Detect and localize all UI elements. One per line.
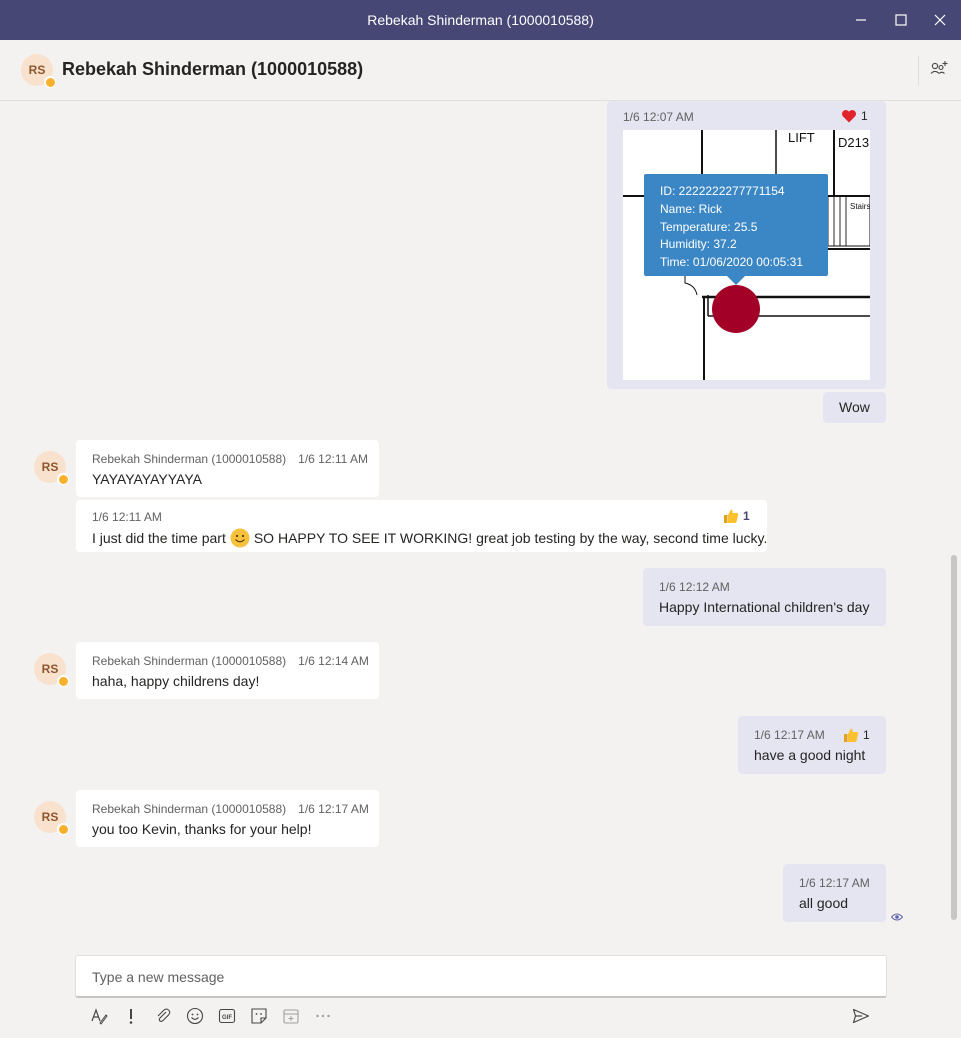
their-message[interactable]: Rebekah Shinderman (1000010588) 1/6 12:14… (76, 642, 379, 699)
message-time: 1/6 12:11 AM (92, 510, 162, 524)
avatar[interactable]: RS (21, 54, 56, 88)
floor-plan-image[interactable]: LIFT D213 Stairs ID: 2222222277771154 Na… (623, 130, 870, 380)
seen-eye-icon (890, 909, 904, 921)
avatar-initials: RS (41, 662, 59, 676)
smile-emoji-icon (230, 528, 250, 548)
map-label-stairs: Stairs (850, 202, 870, 211)
message-text: all good (799, 895, 849, 911)
header-divider (918, 56, 919, 86)
their-message[interactable]: Rebekah Shinderman (1000010588) 1/6 12:17… (76, 790, 379, 847)
message-text: you too Kevin, thanks for your help! (92, 821, 312, 837)
avatar[interactable]: RS (34, 653, 69, 687)
message-text: Wow (839, 399, 870, 415)
away-status-icon (57, 473, 69, 485)
message-input-placeholder[interactable]: Type a new message (92, 969, 224, 985)
away-status-icon (57, 823, 69, 835)
thumbs-up-icon (844, 728, 859, 742)
my-message[interactable]: Wow (823, 392, 886, 423)
title-bar: Rebekah Shinderman (1000010588) (0, 0, 961, 40)
tooltip-id: ID: 2222222277771154 (660, 184, 785, 198)
message-time: 1/6 12:17 AM (754, 728, 825, 742)
attach-icon[interactable] (154, 1007, 172, 1025)
schedule-meeting-icon[interactable] (282, 1007, 300, 1025)
avatar[interactable]: RS (34, 451, 69, 485)
map-label-lift: LIFT (788, 130, 815, 145)
scrollbar[interactable] (951, 555, 957, 920)
heart-icon (842, 110, 856, 123)
format-icon[interactable] (90, 1007, 108, 1025)
my-message[interactable]: 1/6 12:17 AM all good (783, 864, 886, 922)
tooltip-humidity: Humidity: 37.2 (660, 237, 737, 251)
reaction-count: 1 (743, 509, 750, 523)
message-author: Rebekah Shinderman (1000010588) (92, 654, 287, 668)
message-time: 1/6 12:17 AM (298, 802, 369, 816)
message-author: Rebekah Shinderman (1000010588) (92, 452, 287, 466)
message-time: 1/6 12:11 AM (298, 452, 368, 466)
their-message[interactable]: 1/6 12:11 AM I just did the time part SO… (76, 500, 767, 552)
reaction[interactable]: 1 (841, 109, 868, 123)
tooltip-name: Name: Rick (660, 202, 723, 216)
reaction-count: 1 (861, 109, 868, 123)
more-options-icon[interactable] (314, 1007, 332, 1025)
message-author: Rebekah Shinderman (1000010588) (92, 802, 287, 816)
avatar-initials: RS (28, 63, 46, 77)
emoji-icon[interactable] (186, 1007, 204, 1025)
avatar[interactable]: RS (34, 801, 69, 835)
message-time: 1/6 12:14 AM (298, 654, 369, 668)
reaction[interactable]: 1 (723, 508, 750, 524)
tooltip-temperature: Temperature: 25.5 (660, 220, 758, 234)
message-text: have a good night (754, 747, 866, 763)
chat-header: RS Rebekah Shinderman (1000010588) (0, 40, 961, 101)
close-icon[interactable] (930, 10, 950, 30)
thumbs-up-icon (724, 509, 739, 523)
send-icon[interactable] (852, 1007, 870, 1025)
reaction[interactable]: 1 (843, 727, 870, 743)
message-time: 1/6 12:12 AM (659, 580, 730, 594)
avatar-initials: RS (41, 460, 59, 474)
chat-title[interactable]: Rebekah Shinderman (1000010588) (62, 59, 363, 80)
add-people-icon[interactable] (928, 58, 950, 80)
message-text-part: SO HAPPY TO SEE IT WORKING! great job te… (253, 530, 768, 546)
message-text-part: I just did the time part (92, 530, 226, 546)
their-message[interactable]: Rebekah Shinderman (1000010588) 1/6 12:11… (76, 440, 379, 497)
reaction-count: 1 (863, 728, 870, 742)
tooltip-time: Time: 01/06/2020 00:05:31 (660, 255, 803, 269)
minimize-icon[interactable] (851, 10, 871, 30)
away-status-icon (57, 675, 69, 687)
map-label-room: D213 (838, 135, 869, 150)
window-title: Rebekah Shinderman (1000010588) (367, 12, 594, 28)
compose-toolbar: GIF (90, 1005, 332, 1027)
maximize-icon[interactable] (891, 10, 911, 30)
compose-box[interactable]: Type a new message (75, 955, 887, 998)
important-icon[interactable] (122, 1007, 140, 1025)
svg-text:GIF: GIF (222, 1015, 232, 1021)
avatar-initials: RS (41, 810, 59, 824)
message-time: 1/6 12:17 AM (799, 876, 870, 890)
my-message[interactable]: 1/6 12:12 AM Happy International childre… (643, 568, 886, 626)
my-message[interactable]: 1/6 12:17 AM 1 have a good night (738, 716, 886, 774)
gif-icon[interactable]: GIF (218, 1007, 236, 1025)
message-text: YAYAYAYAYYAYA (92, 471, 202, 487)
sticker-icon[interactable] (250, 1007, 268, 1025)
message-time: 1/6 12:07 AM (623, 110, 694, 124)
sensor-marker[interactable] (712, 285, 760, 333)
away-status-icon (44, 76, 56, 88)
message-text: haha, happy childrens day! (92, 673, 260, 689)
message-list[interactable]: 1/6 12:07 AM 1 LIFT D213 Stairs ID: 2222… (0, 101, 961, 941)
message-text: Happy International children's day (659, 599, 870, 615)
